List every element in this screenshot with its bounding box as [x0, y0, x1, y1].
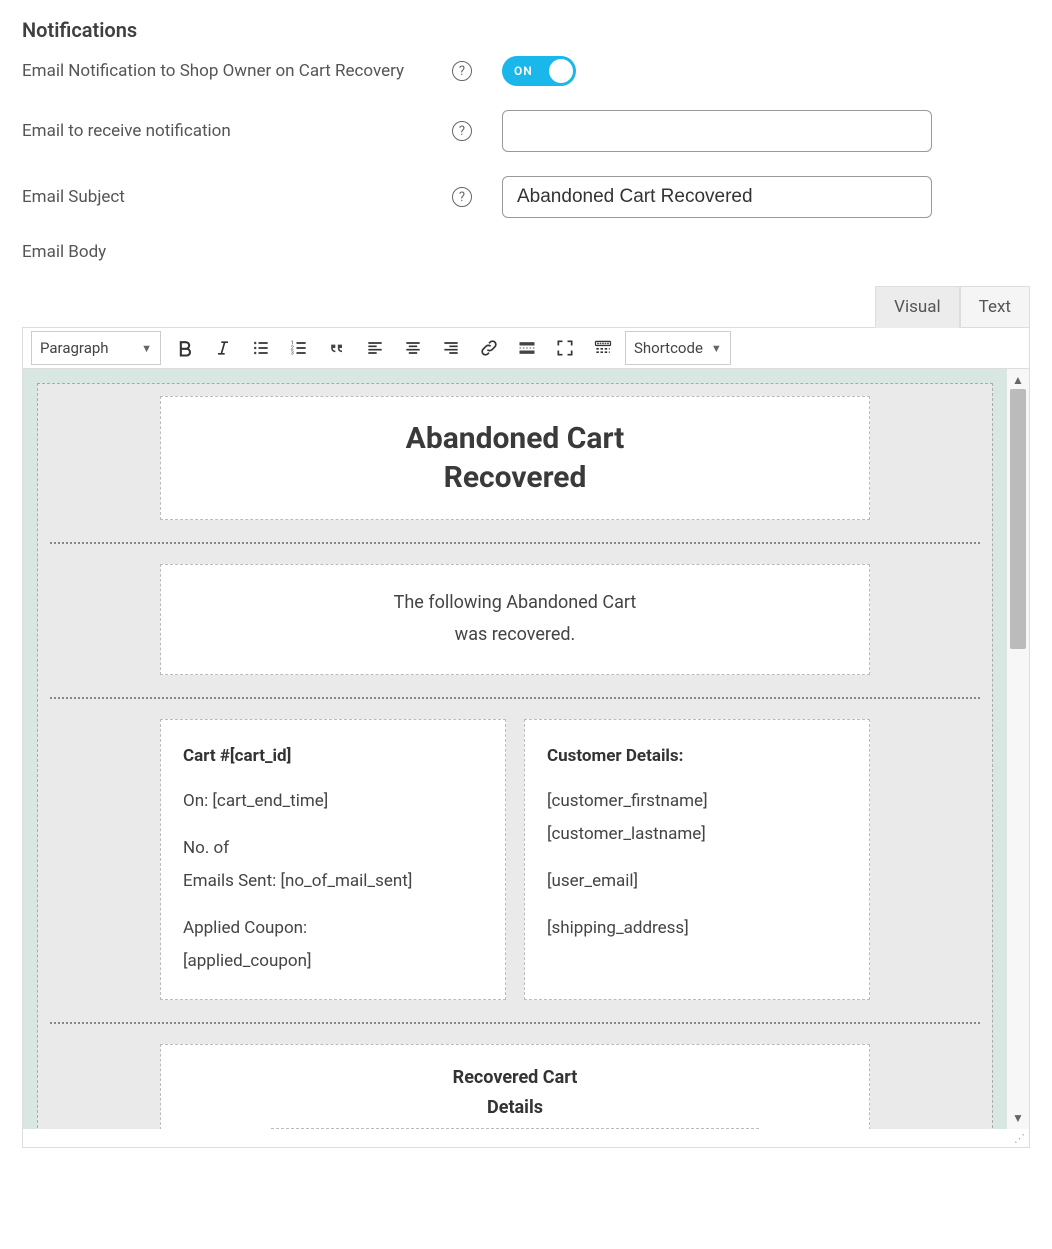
recovered-cart-heading: Details: [271, 1093, 759, 1124]
fullscreen-button[interactable]: [547, 331, 583, 365]
toggle-state-label: ON: [514, 64, 533, 78]
shortcode-select[interactable]: Shortcode▼: [625, 331, 731, 365]
recipient-input[interactable]: [502, 110, 932, 152]
bullet-list-button[interactable]: [243, 331, 279, 365]
editor-scrollbar[interactable]: ▲ ▼: [1007, 369, 1029, 1129]
format-select[interactable]: Paragraph▼: [31, 331, 161, 365]
scroll-thumb[interactable]: [1010, 389, 1026, 649]
editor-toolbar: Paragraph▼ 123 Shortcode▼: [23, 328, 1029, 369]
link-button[interactable]: [471, 331, 507, 365]
body-label: Email Body: [22, 242, 452, 262]
resize-grip-icon[interactable]: ⋰: [23, 1129, 1029, 1147]
subject-input[interactable]: [502, 176, 932, 218]
blockquote-button[interactable]: [319, 331, 355, 365]
chevron-down-icon: ▼: [711, 342, 722, 355]
enable-label: Email Notification to Shop Owner on Cart…: [22, 61, 452, 81]
tab-visual[interactable]: Visual: [875, 286, 959, 328]
align-right-button[interactable]: [433, 331, 469, 365]
align-center-button[interactable]: [395, 331, 431, 365]
help-icon[interactable]: ?: [452, 187, 472, 207]
subject-label: Email Subject: [22, 187, 452, 207]
italic-button[interactable]: [205, 331, 241, 365]
customer-details-card: Customer Details: [customer_firstname] […: [524, 719, 870, 1000]
bold-button[interactable]: [167, 331, 203, 365]
numbered-list-button[interactable]: 123: [281, 331, 317, 365]
help-icon[interactable]: ?: [452, 61, 472, 81]
template-intro: was recovered.: [185, 619, 845, 651]
align-left-button[interactable]: [357, 331, 393, 365]
recovered-cart-heading: Recovered Cart: [271, 1063, 759, 1094]
insert-read-more-button[interactable]: [509, 331, 545, 365]
template-intro: The following Abandoned Cart: [185, 587, 845, 619]
chevron-down-icon: ▼: [141, 342, 152, 355]
toggle-knob: [549, 59, 573, 83]
help-icon[interactable]: ?: [452, 121, 472, 141]
notifications-heading: Notifications: [22, 18, 1030, 42]
cart-details-card: Cart #[cart_id] On: [cart_end_time] No. …: [160, 719, 506, 1000]
scroll-down-icon[interactable]: ▼: [1012, 1109, 1024, 1127]
recipient-label: Email to receive notification: [22, 121, 452, 141]
editor-canvas[interactable]: Abandoned Cart Recovered The following A…: [23, 369, 1007, 1129]
template-title: Abandoned Cart: [185, 419, 845, 458]
tab-text[interactable]: Text: [960, 286, 1030, 328]
scroll-up-icon[interactable]: ▲: [1012, 371, 1024, 389]
email-body-editor: Paragraph▼ 123 Shortcode▼ Abandoned Cart…: [22, 327, 1030, 1148]
enable-toggle[interactable]: ON: [502, 56, 576, 86]
svg-text:3: 3: [291, 351, 294, 357]
template-title: Recovered: [185, 458, 845, 497]
toolbar-toggle-button[interactable]: [585, 331, 621, 365]
